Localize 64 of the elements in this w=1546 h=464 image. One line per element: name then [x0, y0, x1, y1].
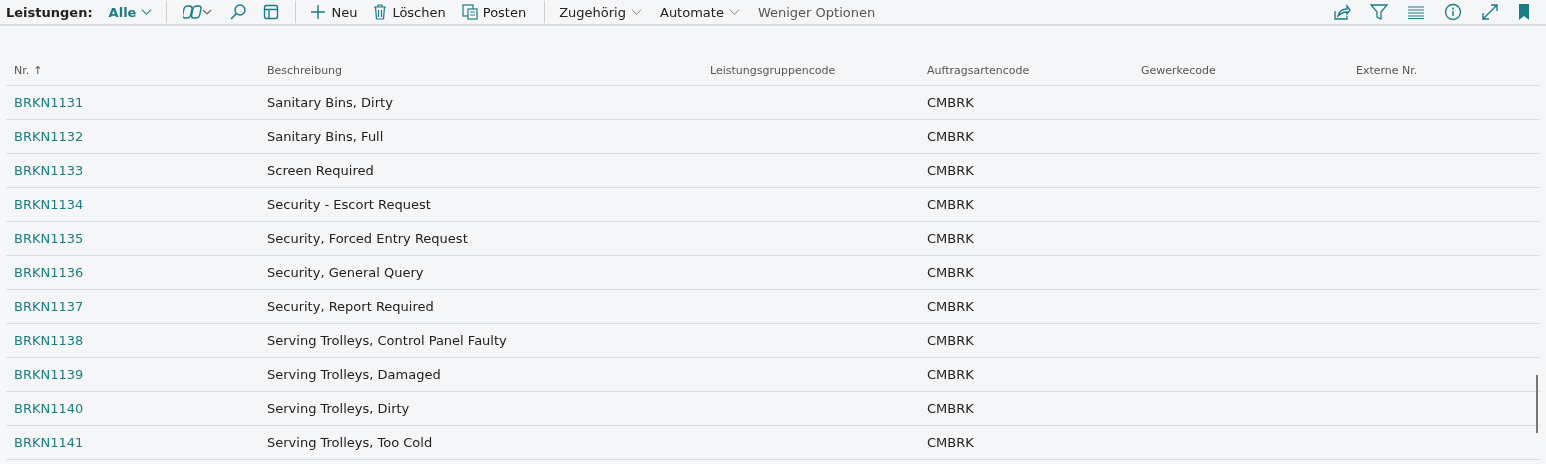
table-cell: CMBRK — [927, 435, 974, 450]
table-cell: Sanitary Bins, Dirty — [267, 95, 393, 110]
share-icon[interactable] — [1333, 3, 1351, 21]
table-cell: Screen Required — [267, 163, 374, 178]
table-cell: Serving Trolleys, Dirty — [267, 401, 410, 416]
table-cell: CMBRK — [927, 197, 974, 212]
column-header[interactable]: Gewerkecode — [1141, 63, 1216, 77]
table-cell: Security, Report Required — [267, 299, 434, 314]
table-cell: Serving Trolleys, Too Cold — [267, 435, 433, 450]
list-icon[interactable] — [1407, 5, 1425, 19]
table-cell: Security - Escort Request — [267, 197, 431, 212]
table-cell: Security, Forced Entry Request — [267, 231, 468, 246]
table-cell: CMBRK — [927, 129, 974, 144]
table-cell: CMBRK — [927, 163, 974, 178]
table-cell: Sanitary Bins, Full — [267, 129, 384, 144]
page-title: Leistungen: — [6, 4, 93, 20]
number-link[interactable]: BRKN1133 — [14, 163, 84, 178]
column-header[interactable]: Leistungsgruppencode — [710, 63, 836, 77]
plus-icon — [310, 4, 327, 20]
sort-indicator: ↑ — [33, 63, 43, 77]
less-options-button[interactable]: Weniger Optionen — [751, 1, 882, 23]
menu-dropdown[interactable]: Automate — [654, 1, 746, 23]
column-header[interactable]: Beschreibung — [267, 63, 343, 77]
new-button[interactable]: Neu — [304, 1, 364, 23]
number-link[interactable]: BRKN1140 — [14, 401, 84, 416]
trash-icon — [373, 4, 388, 20]
menu-dropdown[interactable]: Zugehörig — [553, 1, 648, 23]
copilot-icon — [183, 4, 214, 20]
table-cell: Serving Trolleys, Damaged — [267, 367, 441, 382]
table-cell: CMBRK — [927, 333, 974, 348]
column-header[interactable]: Auftragsartencode — [927, 63, 1030, 77]
number-link[interactable]: BRKN1137 — [14, 299, 84, 314]
search-icon — [229, 3, 248, 21]
table-cell: Security, General Query — [267, 265, 424, 280]
number-link[interactable]: BRKN1131 — [14, 95, 84, 110]
documents-icon — [461, 4, 478, 20]
column-header[interactable]: Externe Nr. — [1356, 63, 1418, 77]
number-link[interactable]: BRKN1141 — [14, 435, 84, 450]
layout-icon — [263, 4, 280, 20]
table-cell: CMBRK — [927, 299, 974, 314]
number-link[interactable]: BRKN1134 — [14, 197, 84, 212]
table-cell: CMBRK — [927, 401, 974, 416]
number-link[interactable]: BRKN1135 — [14, 231, 84, 246]
column-header[interactable]: Nr. — [14, 63, 30, 77]
scrollbar[interactable] — [1536, 375, 1538, 433]
delete-button[interactable]: Löschen — [367, 1, 452, 23]
chevron-icon — [631, 8, 642, 16]
chevron-icon — [728, 8, 740, 16]
chevron-icon — [141, 8, 153, 16]
filter-icon[interactable] — [1370, 3, 1388, 21]
table-cell: CMBRK — [927, 231, 974, 246]
table-cell: Serving Trolleys, Control Panel Faulty — [267, 333, 507, 348]
number-link[interactable]: BRKN1132 — [14, 129, 84, 144]
table-cell: CMBRK — [927, 265, 974, 280]
view-dropdown[interactable]: Alle — [102, 1, 159, 23]
expand-icon[interactable] — [1481, 3, 1499, 21]
table-cell: CMBRK — [927, 367, 974, 382]
bookmark-icon[interactable] — [1518, 3, 1530, 21]
number-link[interactable]: BRKN1138 — [14, 333, 84, 348]
number-link[interactable]: BRKN1136 — [14, 265, 84, 280]
info-icon[interactable] — [1444, 3, 1462, 21]
post-button[interactable]: Posten — [455, 1, 533, 23]
number-link[interactable]: BRKN1139 — [14, 367, 84, 382]
table-cell: CMBRK — [927, 95, 974, 110]
